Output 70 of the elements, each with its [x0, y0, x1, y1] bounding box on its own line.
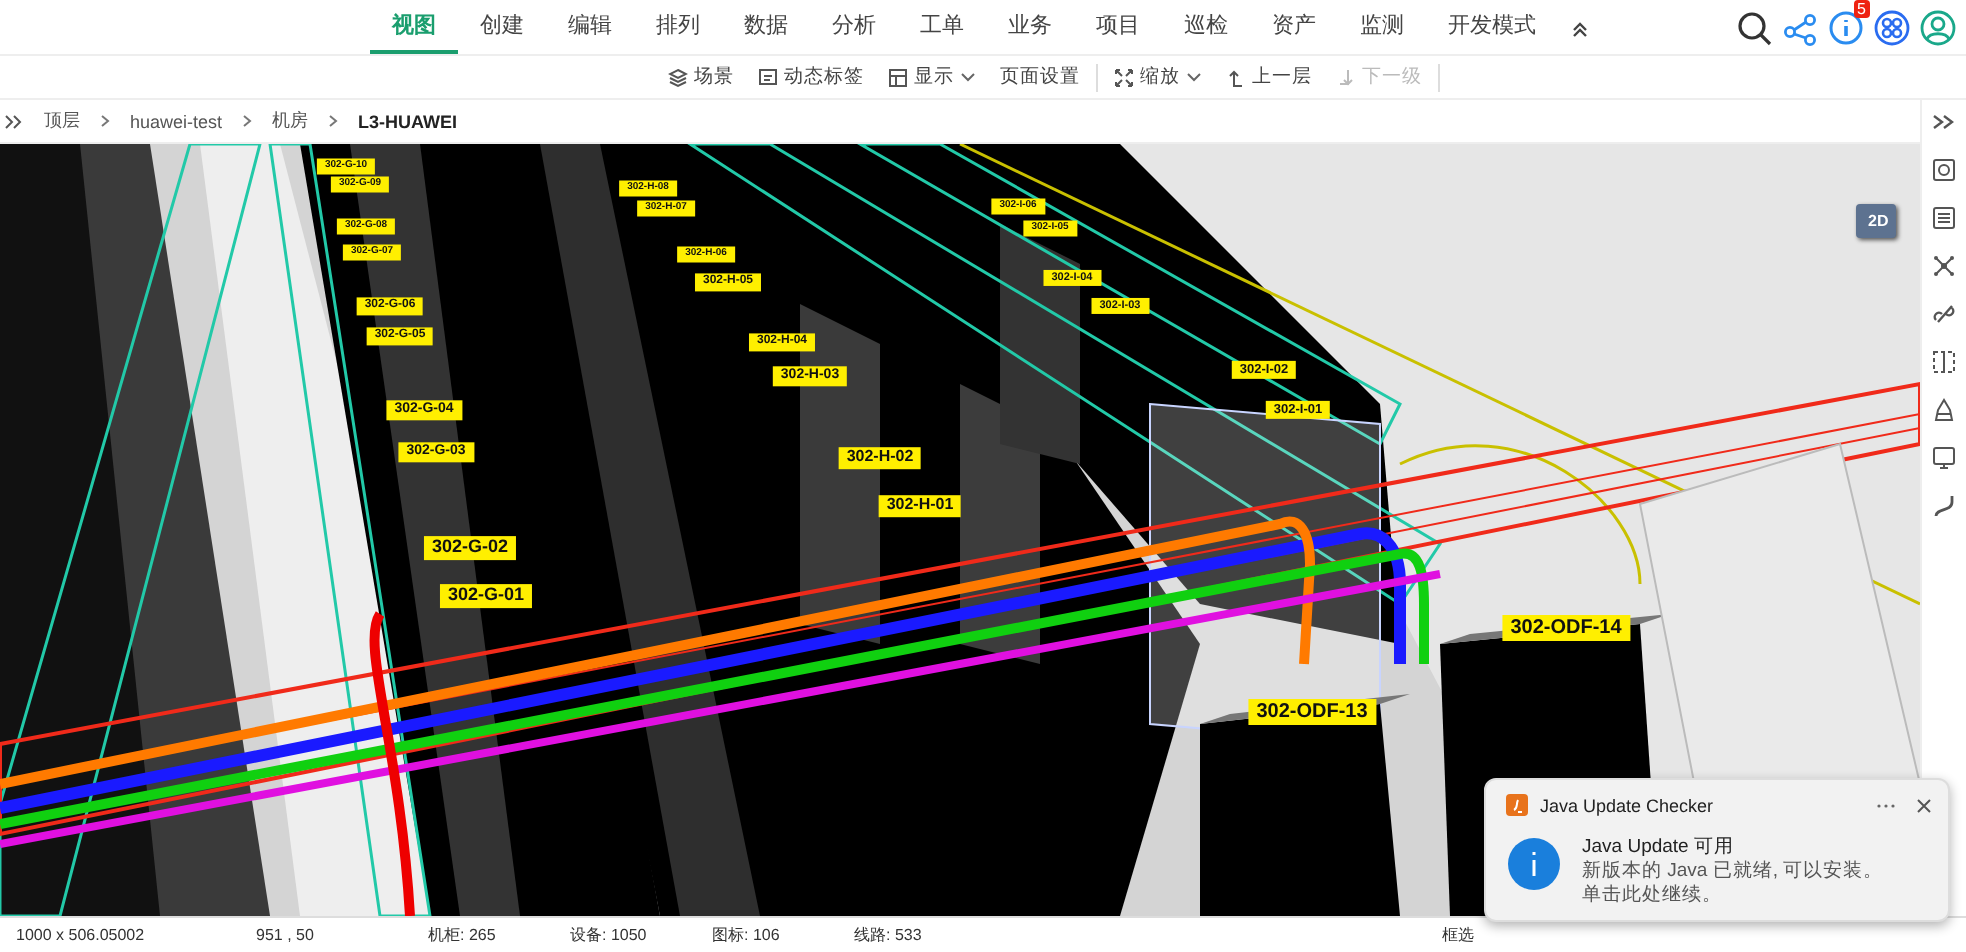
- menu-tab[interactable]: 开发模式: [1426, 10, 1558, 44]
- notification-toast[interactable]: Java Update Checker Java Update 可用 新版本的 Java 已就绪, 可以安装。 单击此处继续。: [1484, 778, 1950, 922]
- toolbar-button[interactable]: 场景: [656, 64, 746, 90]
- chevron-icon: [328, 114, 339, 128]
- count-text: 图标: 106: [712, 924, 782, 946]
- toolbar-button[interactable]: 页面设置: [988, 64, 1092, 90]
- down-arrow-icon: [1336, 67, 1356, 87]
- chevron-icon: [242, 114, 253, 128]
- caret-icon: [1186, 71, 1202, 83]
- menu-tab[interactable]: 创建: [458, 0, 546, 54]
- toolbar-button[interactable]: 上一层: [1214, 64, 1324, 90]
- caret-icon: [960, 71, 976, 83]
- rack-label: 302-ODF-13: [1248, 699, 1376, 725]
- java-icon: [1506, 794, 1528, 816]
- screen-icon[interactable]: [1930, 444, 1958, 472]
- up-arrow-icon: [1226, 67, 1246, 87]
- menu-tab[interactable]: 资产: [1250, 0, 1338, 54]
- notification-badge: 5: [1853, 0, 1870, 17]
- share-icon[interactable]: [1782, 9, 1818, 45]
- select-icon[interactable]: [1930, 348, 1958, 376]
- app-name: Java Update Checker: [1540, 795, 1714, 815]
- count-text: 机柜: 265: [428, 924, 498, 946]
- cabinet-icon[interactable]: [1930, 396, 1958, 424]
- rack-label: 302-G-01: [439, 584, 533, 608]
- cable-icon[interactable]: [1930, 492, 1958, 520]
- menu-tab[interactable]: 巡检: [1162, 0, 1250, 54]
- search-icon[interactable]: [1736, 9, 1772, 45]
- cursor-coordinates: 951 , 50: [256, 926, 316, 944]
- menu-tab[interactable]: 工单: [898, 0, 986, 54]
- rack-label: 302-ODF-14: [1502, 615, 1630, 641]
- apps-icon[interactable]: [1874, 9, 1910, 45]
- menu-tab[interactable]: 业务: [986, 0, 1074, 54]
- toolbar-button[interactable]: 动态标签: [746, 64, 876, 90]
- rack-label: 302-H-02: [838, 447, 922, 469]
- user-icon[interactable]: [1920, 9, 1956, 45]
- toolbar-button[interactable]: 显示: [876, 64, 988, 90]
- count-text: 线路: 533: [854, 924, 924, 946]
- canvas-size-text: 1000 x 506.05002: [16, 926, 147, 944]
- close-icon[interactable]: [1916, 797, 1932, 813]
- layout-icon: [888, 67, 908, 87]
- notification-message: 单击此处继续。: [1582, 884, 1724, 908]
- breadcrumb-link[interactable]: huawei-test: [110, 111, 243, 131]
- layers-icon: [668, 67, 688, 87]
- menu-tab[interactable]: 排列: [634, 0, 722, 54]
- rack-label: 302-H-01: [878, 495, 962, 517]
- zoom-icon: [1114, 67, 1134, 87]
- menu-tab[interactable]: 分析: [810, 0, 898, 54]
- list-icon[interactable]: [1930, 204, 1958, 232]
- notification-message: 新版本的 Java 已就绪, 可以安装。: [1582, 860, 1884, 884]
- expand-icon[interactable]: [4, 111, 24, 131]
- menu-tab[interactable]: 监测: [1338, 0, 1426, 54]
- link-icon[interactable]: [1930, 300, 1958, 328]
- breadcrumb-link[interactable]: 机房: [252, 108, 329, 134]
- status-text: 框选: [1442, 924, 1474, 946]
- menu-tab[interactable]: 编辑: [546, 0, 634, 54]
- menu-tab[interactable]: 数据: [722, 0, 810, 54]
- monitor-icon[interactable]: [1930, 156, 1958, 184]
- tag-icon: [758, 67, 778, 87]
- rack-label: 302-G-02: [423, 536, 517, 560]
- breadcrumb-link[interactable]: L3-HUAWEI: [338, 111, 478, 131]
- info-icon: [1506, 836, 1562, 892]
- notification-title: Java Update 可用: [1582, 836, 1736, 860]
- toolbar-button[interactable]: 缩放: [1102, 64, 1214, 90]
- breadcrumb-link[interactable]: 顶层: [24, 108, 100, 134]
- network-icon[interactable]: [1930, 252, 1958, 280]
- more-icon[interactable]: [1876, 801, 1896, 809]
- chevron-icon: [100, 114, 110, 128]
- view-toggle-button[interactable]: 2D: [1856, 204, 1896, 238]
- count-text: 设备: 1050: [570, 924, 649, 946]
- menu-tab[interactable]: 项目: [1074, 0, 1162, 54]
